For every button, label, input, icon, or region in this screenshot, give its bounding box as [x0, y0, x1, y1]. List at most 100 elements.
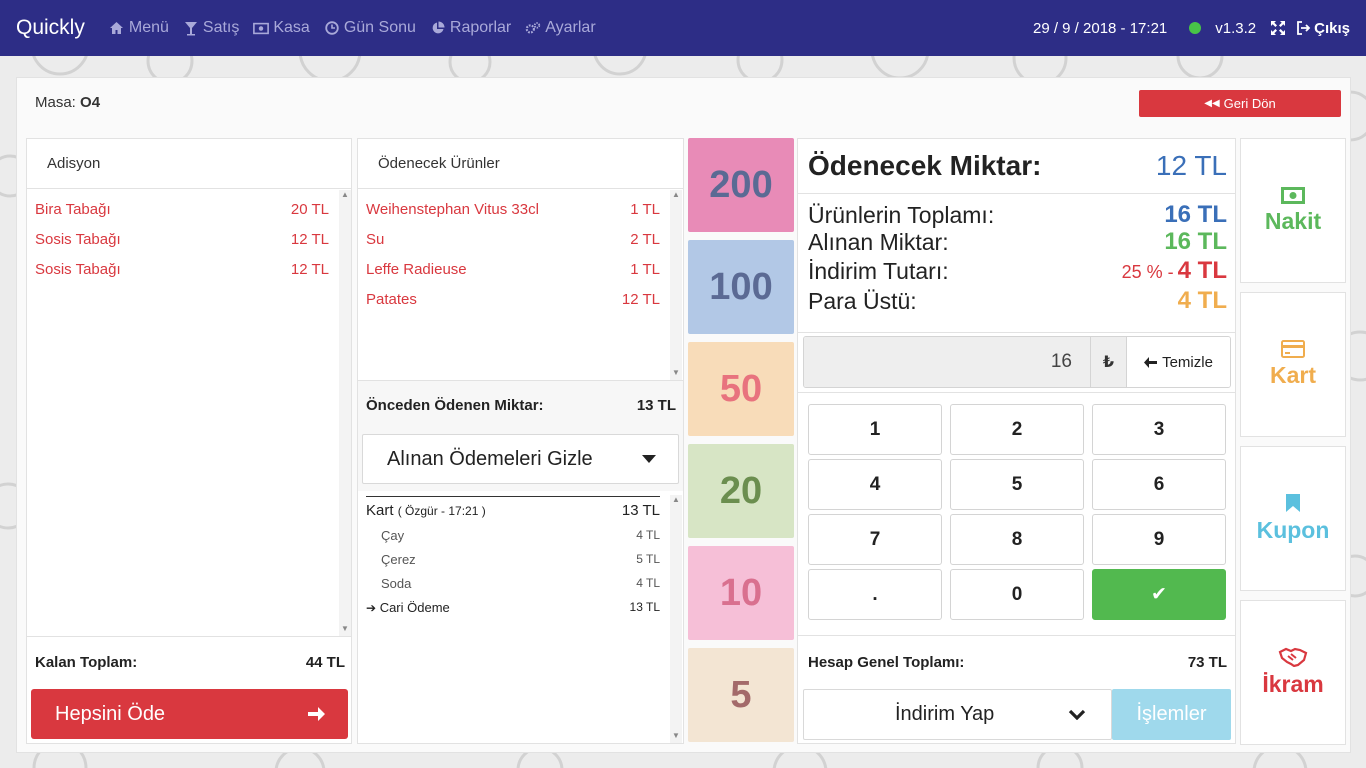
products-total-row: Ürünlerin Toplamı: 16 TL	[808, 201, 1227, 229]
list-item[interactable]: Leffe Radieuse 1 TL	[366, 254, 660, 284]
payment-subitem: Soda 4 TL	[366, 571, 660, 595]
arrow-left-icon	[1144, 356, 1158, 369]
cash-icon	[1281, 186, 1305, 204]
clock-icon	[324, 20, 340, 36]
nav-item-satis[interactable]: Satış	[183, 19, 239, 37]
card-button[interactable]: Kart	[1240, 292, 1346, 437]
card-label: Kart	[1269, 362, 1316, 388]
discount-dropdown[interactable]: İndirim Yap	[803, 689, 1112, 740]
brand-logo[interactable]: Quickly	[16, 16, 85, 40]
money-button-200[interactable]: 200	[688, 138, 794, 232]
change-value: 4 TL	[1177, 287, 1227, 314]
datetime: 29 / 9 / 2018 - 17:21	[1032, 19, 1168, 37]
scroll-down-icon[interactable]: ▼	[670, 368, 682, 380]
payment-subitem: Çerez 5 TL	[366, 547, 660, 571]
money-button-50[interactable]: 50	[688, 342, 794, 436]
payable-scrollbar[interactable]: ▲ ▼	[670, 190, 682, 380]
discount-percent: 25 % -	[1121, 262, 1174, 282]
sign-out-icon	[1296, 21, 1311, 35]
divider	[798, 392, 1235, 393]
nav-item-gun-sonu[interactable]: Gün Sonu	[324, 19, 416, 37]
keypad-9[interactable]: 9	[1092, 514, 1226, 565]
adisyon-scrollbar[interactable]: ▲ ▼	[339, 190, 351, 636]
item-name: Sosis Tabağı	[35, 230, 121, 248]
subitem-name: Çay	[381, 527, 405, 543]
nav-item-raporlar[interactable]: Raporlar	[430, 19, 511, 37]
list-item[interactable]: Weihenstephan Vitus 33cl 1 TL	[366, 194, 660, 224]
keypad-7[interactable]: 7	[808, 514, 942, 565]
keypad-8[interactable]: 8	[950, 514, 1084, 565]
logout-button[interactable]: Çıkış	[1296, 20, 1350, 37]
list-item[interactable]: Patates 12 TL	[366, 284, 660, 314]
cari-value: 13 TL	[629, 600, 660, 614]
nav-label: Raporlar	[449, 19, 512, 36]
scroll-up-icon[interactable]: ▲	[670, 495, 682, 507]
scroll-up-icon[interactable]: ▲	[339, 190, 351, 202]
prev-paid-row: Önceden Ödenen Miktar: 13 TL	[366, 397, 676, 414]
list-item[interactable]: Sosis Tabağı 12 TL	[35, 224, 329, 254]
keypad-2[interactable]: 2	[950, 404, 1084, 455]
back-button[interactable]: ◀◀ Geri Dön	[1139, 90, 1341, 117]
pay-all-button[interactable]: Hepsini Öde	[31, 689, 348, 739]
nav-item-ayarlar[interactable]: Ayarlar	[525, 19, 596, 37]
topbar-right: 29 / 9 / 2018 - 17:21 v1.3.2 Çıkış	[1033, 0, 1350, 56]
keypad-1[interactable]: 1	[808, 404, 942, 455]
money-button-5[interactable]: 5	[688, 648, 794, 742]
keypad-4[interactable]: 4	[808, 459, 942, 510]
coupon-button[interactable]: Kupon	[1240, 446, 1346, 591]
payment-detail: ( Özgür - 17:21 )	[397, 503, 486, 518]
coupon-label: Kupon	[1256, 517, 1330, 543]
hide-payments-dropdown[interactable]: Alınan Ödemeleri Gizle	[362, 434, 679, 484]
table-label: Masa: O4	[35, 94, 100, 111]
subitem-name: Çerez	[381, 551, 416, 567]
item-name: Su	[366, 230, 385, 248]
actions-button[interactable]: İşlemler	[1112, 689, 1231, 740]
subitem-price: 4 TL	[636, 576, 660, 590]
list-item[interactable]: Sosis Tabağı 12 TL	[35, 254, 329, 284]
amount-due-row: Ödenecek Miktar: 12 TL	[798, 139, 1235, 194]
cash-button[interactable]: Nakit	[1240, 138, 1346, 283]
subitem-price: 4 TL	[636, 528, 660, 542]
nav-item-kasa[interactable]: Kasa	[253, 19, 310, 37]
keypad-dot[interactable]: .	[808, 569, 942, 620]
item-price: 12 TL	[621, 290, 660, 308]
divider	[27, 636, 351, 637]
item-price: 1 TL	[630, 200, 660, 218]
money-button-10[interactable]: 10	[688, 546, 794, 640]
subitem-price: 5 TL	[636, 552, 660, 566]
payments-scrollbar[interactable]: ▲ ▼	[670, 495, 682, 743]
treat-button[interactable]: İkram	[1240, 600, 1346, 745]
clear-button[interactable]: Temizle	[1126, 337, 1230, 387]
cocktail-icon	[183, 20, 199, 36]
money-button-100[interactable]: 100	[688, 240, 794, 334]
scroll-down-icon[interactable]: ▼	[670, 731, 682, 743]
table-label-text: Masa:	[35, 94, 76, 111]
keypad-3[interactable]: 3	[1092, 404, 1226, 455]
payment-row[interactable]: Kart ( Özgür - 17:21 ) 13 TL	[366, 497, 660, 523]
cari-payment-row[interactable]: ➔ Cari Ödeme 13 TL	[366, 595, 660, 619]
keypad-6[interactable]: 6	[1092, 459, 1226, 510]
scroll-down-icon[interactable]: ▼	[339, 624, 351, 636]
cari-label: Cari Ödeme	[379, 599, 450, 615]
keypad-confirm[interactable]: ✔	[1092, 569, 1226, 620]
list-item[interactable]: Bira Tabağı 20 TL	[35, 194, 329, 224]
nav-item-menu[interactable]: Menü	[109, 19, 169, 37]
received-value: 16 TL	[1164, 228, 1227, 255]
item-price: 12 TL	[290, 230, 329, 248]
money-button-20[interactable]: 20	[688, 444, 794, 538]
table-number: O4	[80, 94, 101, 111]
adisyon-title: Adisyon	[27, 139, 351, 189]
item-price: 12 TL	[290, 260, 329, 278]
fullscreen-icon[interactable]	[1270, 20, 1286, 36]
pay-all-label: Hepsini Öde	[55, 702, 166, 725]
received-row: Alınan Miktar: 16 TL	[808, 228, 1227, 255]
list-item[interactable]: Su 2 TL	[366, 224, 660, 254]
discount-value: 4 TL	[1177, 257, 1227, 284]
subitem-name: Soda	[381, 575, 412, 591]
keypad-0[interactable]: 0	[950, 569, 1084, 620]
adisyon-panel: Adisyon Bira Tabağı 20 TL Sosis Tabağı 12 …	[26, 138, 352, 744]
keypad-5[interactable]: 5	[950, 459, 1084, 510]
amount-input[interactable]: 16	[804, 337, 1090, 387]
scroll-up-icon[interactable]: ▲	[670, 190, 682, 202]
pie-chart-icon	[430, 20, 446, 36]
